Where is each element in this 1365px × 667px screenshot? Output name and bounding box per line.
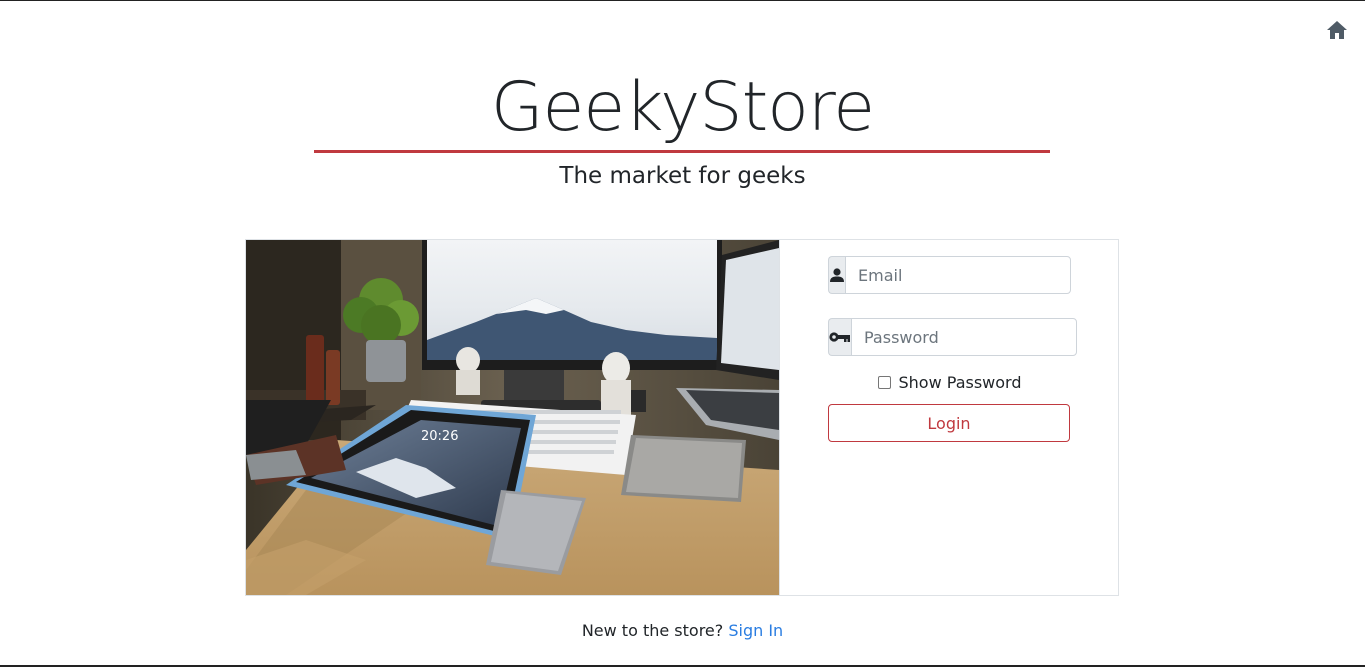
login-button[interactable]: Login [828,404,1070,442]
signup-prompt: New to the store? Sign In [0,620,1365,642]
hero-photo: 20:26 [246,240,780,595]
signup-prompt-text: New to the store? [581,621,724,640]
password-input[interactable] [851,318,1077,356]
page: GeekyStore The market for geeks 20:26 Em… [0,0,1365,667]
password-input-group [828,318,1077,356]
desk-workspace-image: 20:26 [246,240,779,595]
email-addon [828,256,845,294]
home-button[interactable] [1325,19,1349,41]
svg-text:20:26: 20:26 [421,429,458,444]
home-icon [1327,21,1347,39]
show-password-row: Show Password [780,373,1119,392]
login-card: 20:26 Email Show Password Login [245,239,1119,596]
password-addon [828,318,851,356]
show-password-label[interactable]: Show Password [899,373,1022,392]
user-icon [830,268,844,282]
key-icon [829,332,850,342]
page-subtitle: The market for geeks [559,163,806,189]
brand-header: GeekyStore [0,63,1365,153]
title-underline [314,150,1050,153]
sign-in-link[interactable]: Sign In [728,621,783,640]
show-password-checkbox[interactable] [877,376,891,389]
email-input-group [828,256,1071,294]
email-input[interactable] [845,256,1071,294]
login-form: Show Password Login [780,240,1118,595]
page-title: GeekyStore [490,68,875,147]
